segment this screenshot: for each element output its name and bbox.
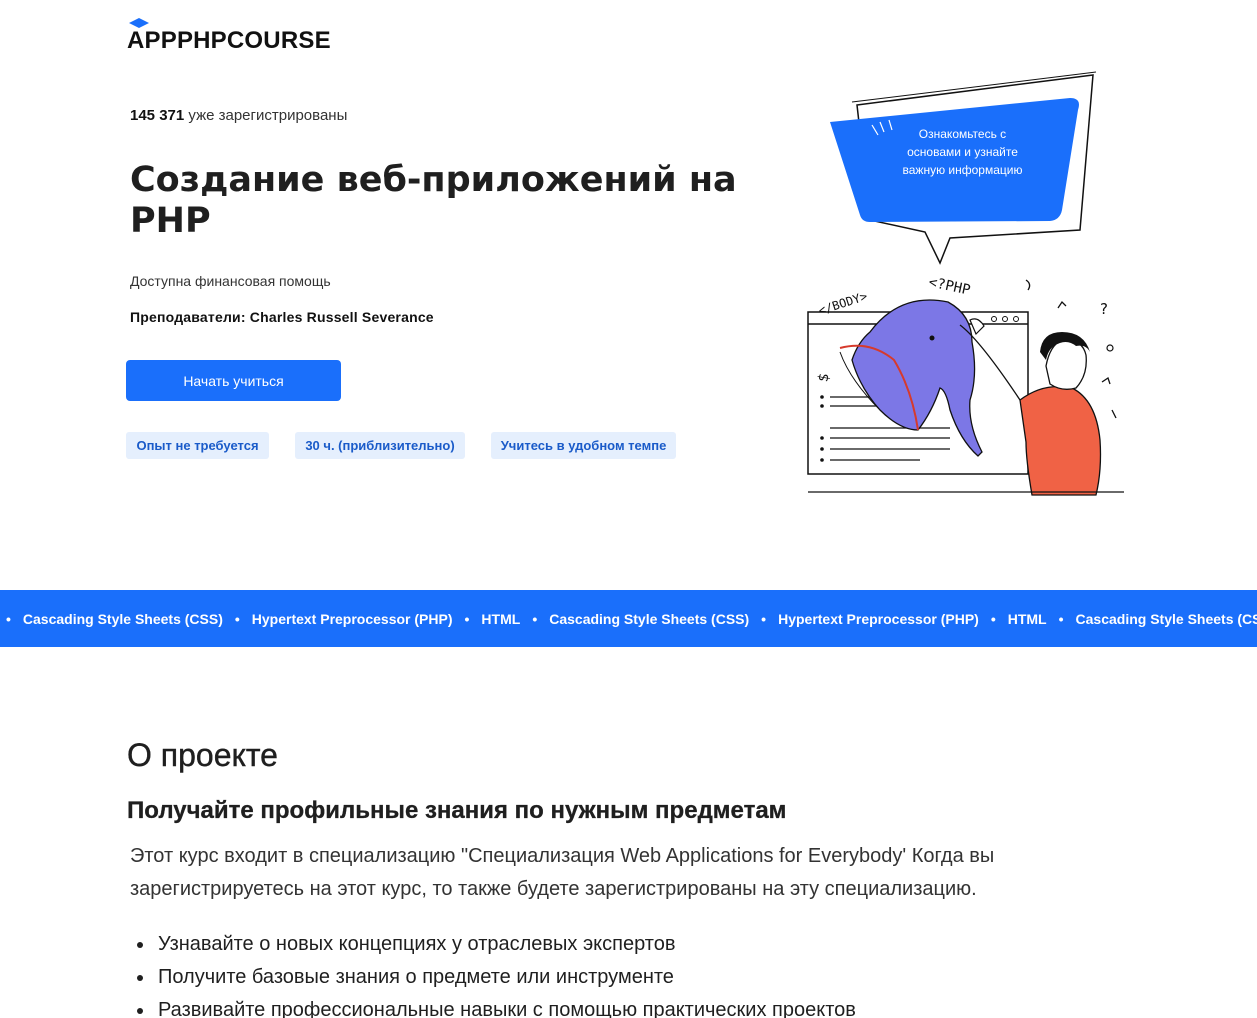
skills-ticker: • Cascading Style Sheets (CSS) • Hyperte… [0,590,1257,647]
tag-duration: 30 ч. (приблизительно) [295,432,465,459]
ticker-item-css: Cascading Style Sheets (CSS) [549,610,750,627]
tag-self-paced: Учитесь в удобном темпе [491,432,676,459]
instructors-text: Преподаватели: Charles Russell Severance [130,309,434,325]
registered-count: 145 371 уже зарегистрированы [130,107,347,124]
ticker-separator: • [464,610,470,627]
person-shirt [1019,385,1102,496]
list-item: Развивайте профессиональные навыки с пом… [137,994,856,1018]
ticker-item-php: Hypertext Preprocessor (PHP) [778,610,979,627]
about-description: Этот курс входит в специализацию "Специа… [130,845,995,900]
ticker-separator: • [761,610,767,627]
about-subtitle: Получайте профильные знания по нужным пр… [127,797,787,824]
benefits-list: Узнавайте о новых концепциях у отраслевы… [137,928,856,1018]
ticker-item-css: Cascading Style Sheets (CSS) [22,610,223,627]
registered-number: 145 371 [130,107,185,124]
ticker-separator: • [532,610,538,627]
about-title: О проекте [127,737,278,773]
ticker-separator: • [1058,610,1064,627]
start-learning-button[interactable]: Начать учиться [126,360,341,401]
ticker-item-html: HTML [1007,610,1047,627]
ticker-separator: • [234,610,240,627]
financial-aid-text: Доступна финансовая помощь [130,273,331,289]
list-item: Получите базовые знания о предмете или и… [137,961,856,994]
ticker-item-css: Cascading Style Sheets (CSS) [1075,610,1257,627]
registered-label: уже зарегистрированы [188,107,348,124]
brand-name: APPPHPCOURSE [127,27,331,54]
question-mark-label: ? [1100,300,1108,318]
list-item: Узнавайте о новых концепциях у отраслевы… [137,928,856,961]
course-title: Создание веб-приложений на PHP [130,160,737,241]
php-tag-label: <?PHP [927,274,972,298]
ticker-separator: • [6,610,11,627]
ticker-separator: • [990,610,996,627]
tag-no-experience: Опыт не требуется [126,432,269,459]
ticker-track: • Cascading Style Sheets (CSS) • Hyperte… [0,590,1257,647]
ticker-item-php: Hypertext Preprocessor (PHP) [251,610,453,627]
ticker-item-html: HTML [481,610,521,627]
speech-bubble-text: Ознакомьтесь с основами и узнайте важную… [902,127,1023,177]
